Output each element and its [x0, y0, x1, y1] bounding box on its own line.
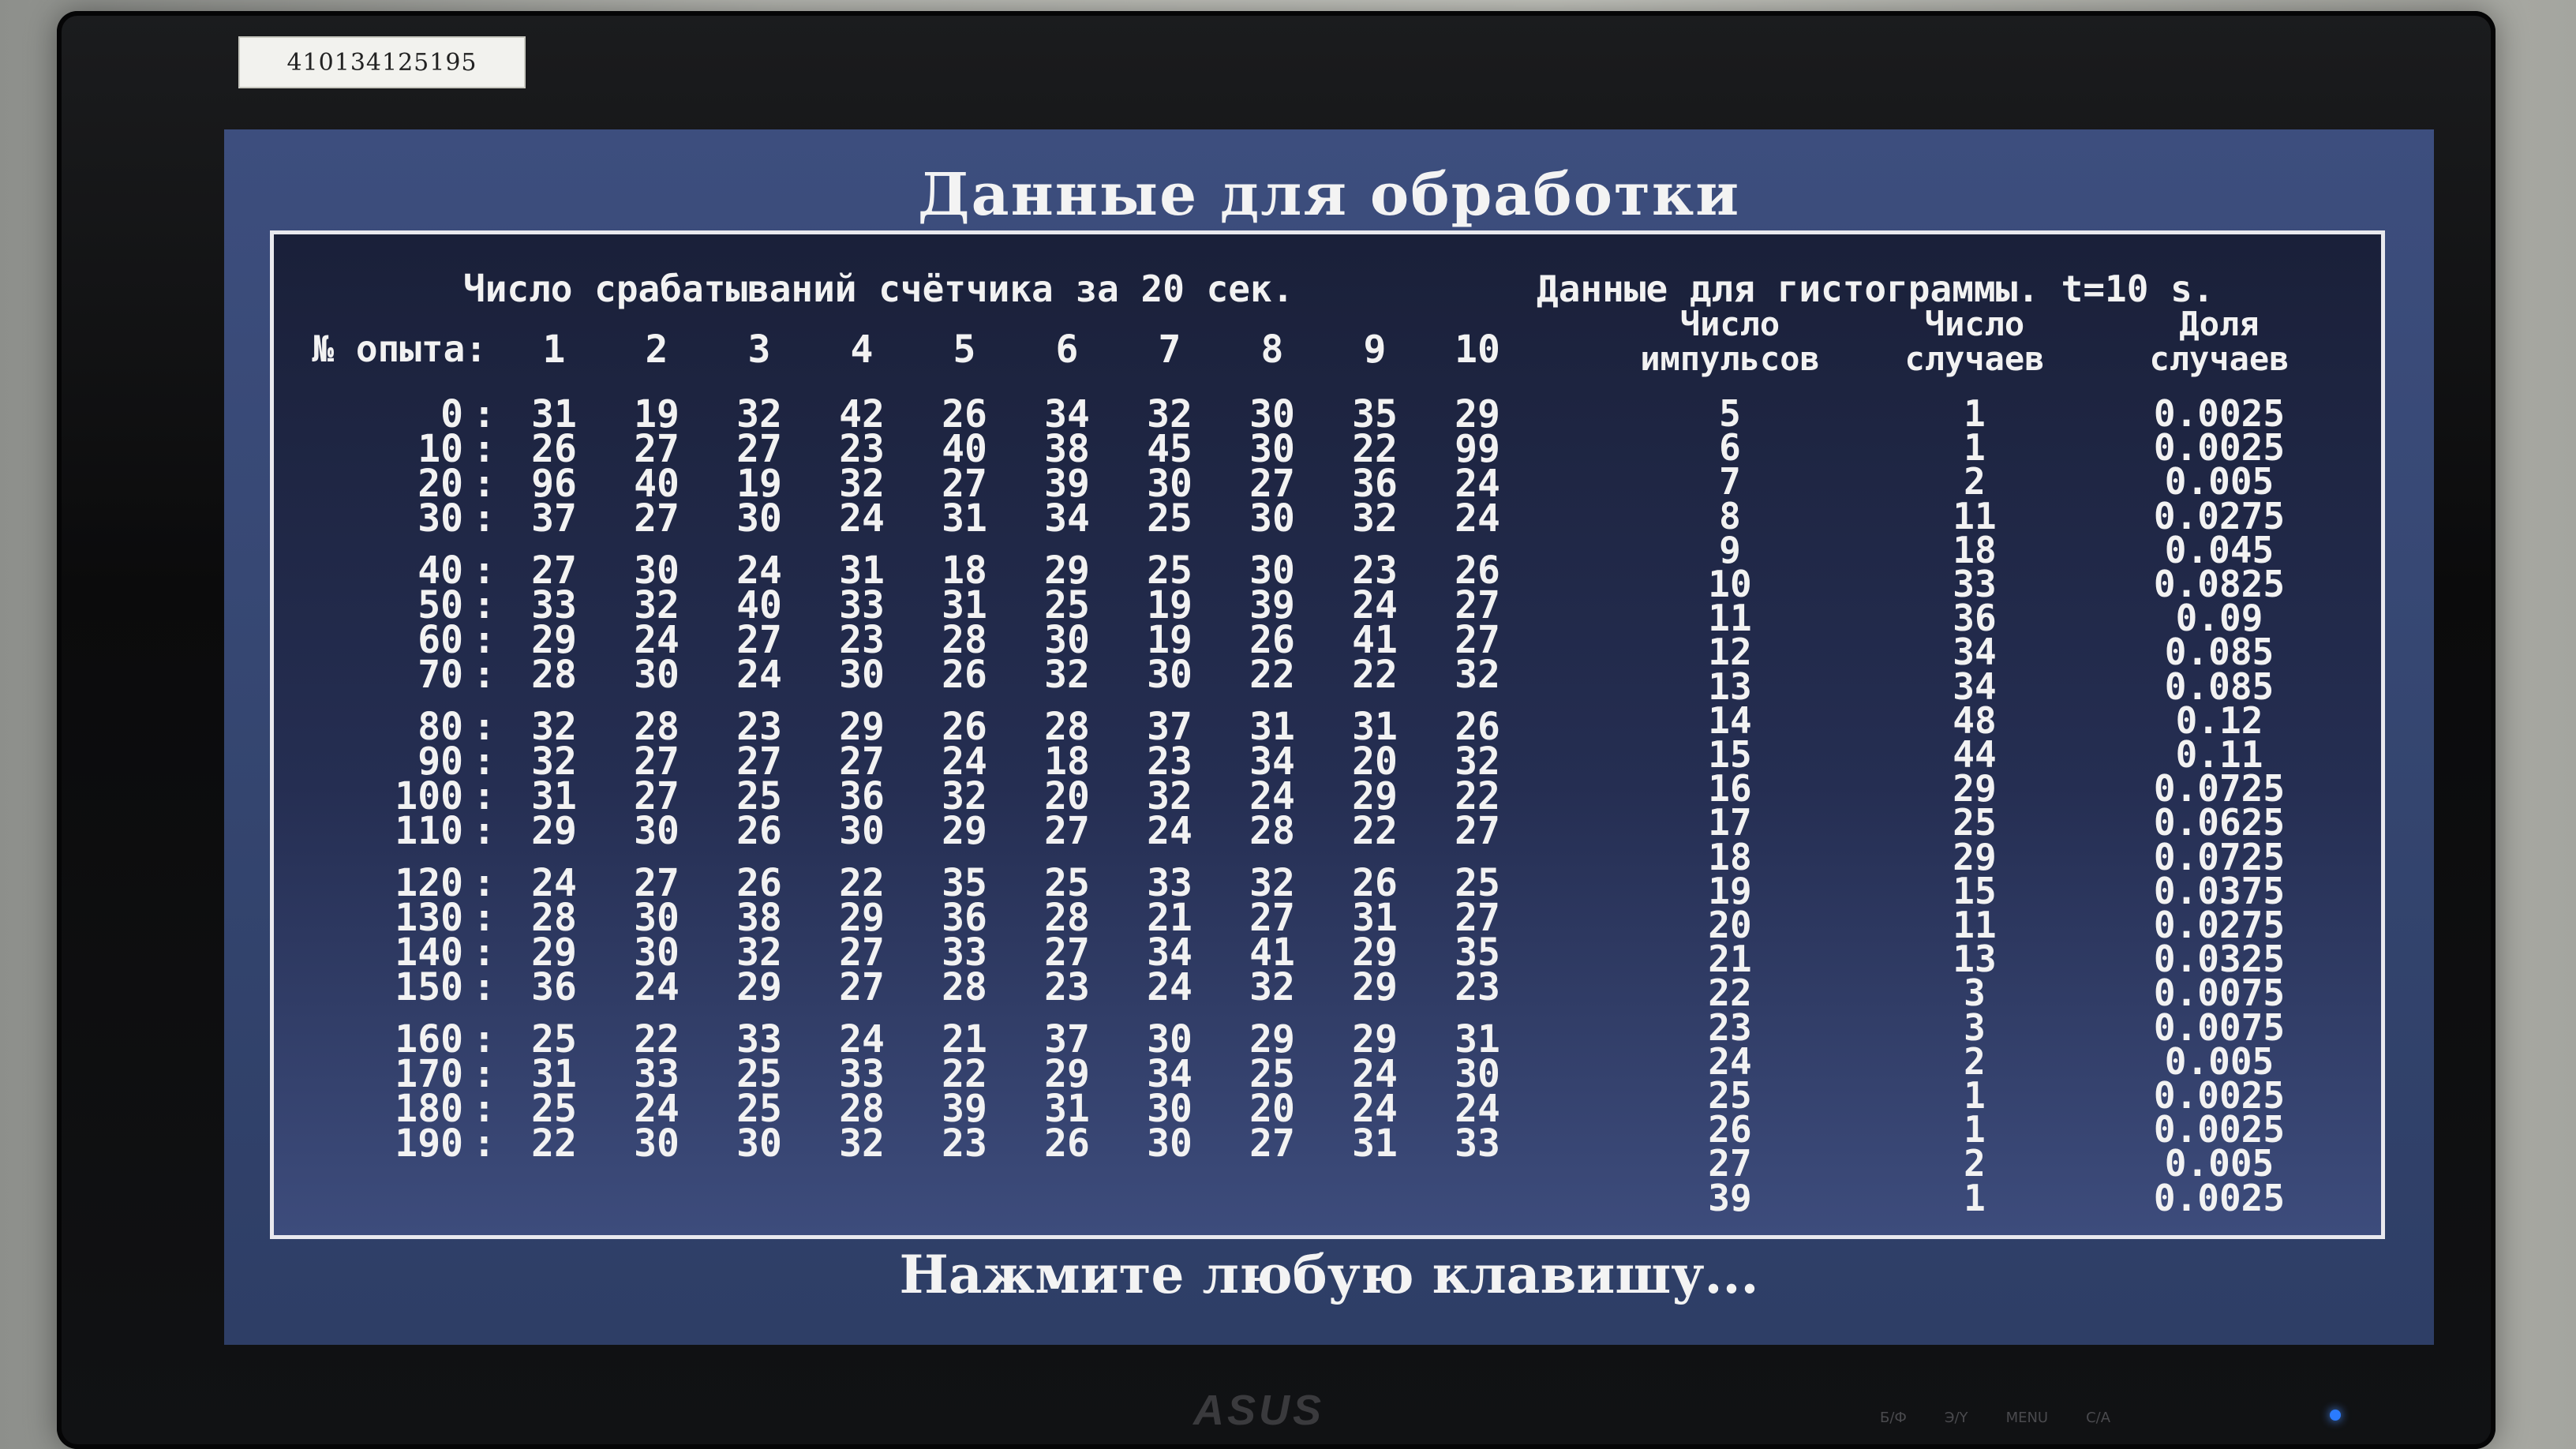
- row-separator: :: [473, 1121, 496, 1166]
- histogram-pulses: 39: [1708, 1176, 1752, 1219]
- count-cell: 37: [531, 496, 577, 541]
- count-cell: 23: [1455, 965, 1500, 1009]
- count-cell: 26: [1044, 1121, 1090, 1166]
- count-cell: 22: [531, 1121, 577, 1166]
- data-panel: Число срабатываний счётчика за 20 сек. Д…: [270, 230, 2385, 1239]
- count-cell: 24: [1455, 496, 1500, 541]
- count-cell: 24: [1147, 809, 1193, 853]
- count-cell: 27: [1044, 809, 1090, 853]
- count-cell: 29: [531, 809, 577, 853]
- count-cell: 31: [942, 496, 987, 541]
- count-cell: 30: [736, 496, 782, 541]
- monitor-button-label[interactable]: С/А: [2086, 1410, 2110, 1441]
- screen-title: Данные для обработки: [917, 161, 1741, 229]
- count-cell: 23: [942, 1121, 987, 1166]
- trial-header: 8: [1260, 328, 1284, 372]
- count-cell: 32: [1352, 496, 1398, 541]
- header-line-2: импульсов: [1640, 339, 1820, 378]
- monitor-button-label[interactable]: Э/Y: [1945, 1410, 1968, 1441]
- trial-header: 1: [542, 328, 566, 372]
- count-cell: 32: [1249, 965, 1295, 1009]
- trial-row-start: 190: [395, 1121, 463, 1166]
- monitor-buttons[interactable]: Б/Ф Э/Y MENU С/А: [1880, 1410, 2322, 1441]
- monitor-bezel: 410134125195 Данные для обработки Число …: [57, 11, 2496, 1449]
- trial-header: 6: [1055, 328, 1079, 372]
- count-cell: 27: [634, 496, 680, 541]
- count-cell: 27: [1455, 809, 1500, 853]
- count-cell: 27: [839, 965, 885, 1009]
- header-line-2: случаев: [2149, 339, 2290, 378]
- count-cell: 30: [839, 809, 885, 853]
- header-line-1: Число: [1679, 305, 1780, 343]
- histogram-cases: 1: [1964, 1176, 1986, 1219]
- count-cell: 27: [1249, 1121, 1295, 1166]
- count-cell: 32: [1455, 653, 1500, 697]
- count-cell: 22: [1352, 809, 1398, 853]
- row-separator: :: [473, 496, 496, 541]
- header-line-1: Доля: [2179, 305, 2260, 343]
- trial-header: 9: [1363, 328, 1387, 372]
- count-cell: 36: [531, 965, 577, 1009]
- count-cell: 34: [1044, 496, 1090, 541]
- count-cell: 25: [1147, 496, 1193, 541]
- count-cell: 30: [1249, 496, 1295, 541]
- counts-heading: Число срабатываний счётчика за 20 сек.: [463, 268, 1294, 310]
- count-cell: 24: [1147, 965, 1193, 1009]
- count-cell: 32: [1044, 653, 1090, 697]
- count-cell: 30: [634, 653, 680, 697]
- count-cell: 24: [634, 965, 680, 1009]
- count-cell: 26: [942, 653, 987, 697]
- count-cell: 29: [736, 965, 782, 1009]
- dos-screen: Данные для обработки Число срабатываний …: [224, 129, 2434, 1345]
- trial-header: 2: [645, 328, 668, 372]
- count-cell: 33: [1455, 1121, 1500, 1166]
- brand-logo: ASUS: [1193, 1387, 1325, 1434]
- press-any-key-prompt: Нажмите любую клавишу...: [899, 1244, 1759, 1305]
- count-cell: 30: [736, 1121, 782, 1166]
- count-cell: 32: [839, 1121, 885, 1166]
- trial-header: 5: [953, 328, 976, 372]
- trial-row-start: 70: [417, 653, 463, 697]
- count-cell: 28: [1249, 809, 1295, 853]
- count-cell: 22: [1249, 653, 1295, 697]
- histogram-share: 0.0025: [2153, 1176, 2286, 1219]
- trial-row-label: № опыта:: [312, 328, 487, 370]
- header-line-2: случаев: [1904, 339, 2045, 378]
- count-cell: 30: [1147, 653, 1193, 697]
- trial-header: 7: [1158, 328, 1181, 372]
- count-cell: 24: [839, 496, 885, 541]
- histogram-heading: Данные для гистограммы. t=10 s.: [1537, 268, 2215, 310]
- count-cell: 26: [736, 809, 782, 853]
- trial-row-start: 110: [395, 809, 463, 853]
- row-separator: :: [473, 653, 496, 697]
- monitor-button-label[interactable]: MENU: [2006, 1410, 2049, 1441]
- row-separator: :: [473, 965, 496, 1009]
- monitor-button-label[interactable]: Б/Ф: [1880, 1410, 1907, 1441]
- count-cell: 30: [634, 809, 680, 853]
- count-cell: 30: [1147, 1121, 1193, 1166]
- trial-header: 4: [850, 328, 874, 372]
- count-cell: 29: [1352, 965, 1398, 1009]
- count-cell: 30: [839, 653, 885, 697]
- histogram-column-header: Число случаев: [1844, 307, 2105, 376]
- serial-sticker: 410134125195: [238, 36, 526, 88]
- header-line-1: Число: [1924, 305, 2025, 343]
- count-cell: 24: [736, 653, 782, 697]
- count-cell: 29: [942, 809, 987, 853]
- histogram-column-header: Доля случаев: [2089, 307, 2349, 376]
- count-cell: 28: [942, 965, 987, 1009]
- count-cell: 31: [1352, 1121, 1398, 1166]
- count-cell: 23: [1044, 965, 1090, 1009]
- power-led-icon[interactable]: [2330, 1410, 2341, 1421]
- count-cell: 28: [531, 653, 577, 697]
- count-cell: 30: [634, 1121, 680, 1166]
- trial-header: 3: [747, 328, 771, 372]
- trial-row-start: 30: [417, 496, 463, 541]
- count-cell: 22: [1352, 653, 1398, 697]
- trial-row-start: 150: [395, 965, 463, 1009]
- histogram-column-header: Число импульсов: [1600, 307, 1860, 376]
- row-separator: :: [473, 809, 496, 853]
- trial-header: 10: [1455, 328, 1500, 372]
